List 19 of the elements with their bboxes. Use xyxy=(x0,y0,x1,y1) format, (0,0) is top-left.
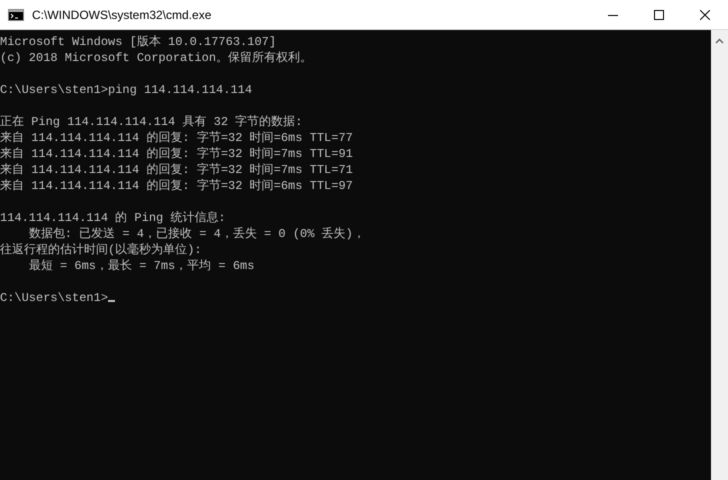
command-prompt: C:\Users\sten1> xyxy=(0,290,108,306)
console-line: 正在 Ping 114.114.114.114 具有 32 字节的数据: xyxy=(0,114,302,130)
console-line: 来自 114.114.114.114 的回复: 字节=32 时间=7ms TTL=91 xyxy=(0,146,353,162)
console-line: 来自 114.114.114.114 的回复: 字节=32 时间=6ms TTL=97 xyxy=(0,178,353,194)
console-line: 往返行程的估计时间(以毫秒为单位): xyxy=(0,242,202,258)
maximize-icon xyxy=(654,10,664,20)
console-app-icon xyxy=(8,8,24,20)
console-line: 来自 114.114.114.114 的回复: 字节=32 时间=6ms TTL=77 xyxy=(0,130,353,146)
console-line: 最短 = 6ms，最长 = 7ms，平均 = 6ms xyxy=(28,258,254,274)
console-line: 数据包: 已发送 = 4，已接收 = 4，丢失 = 0 (0% 丢失)， xyxy=(28,226,365,242)
console-line: (c) 2018 Microsoft Corporation。保留所有权利。 xyxy=(0,50,312,66)
scrollbar[interactable] xyxy=(711,30,728,480)
scroll-up-icon[interactable] xyxy=(715,38,724,44)
close-icon xyxy=(700,10,710,20)
console-line: C:\Users\sten1>ping 114.114.114.114 xyxy=(0,82,252,98)
window-title: C:\WINDOWS\system32\cmd.exe xyxy=(32,6,212,24)
console-line: 114.114.114.114 的 Ping 统计信息: xyxy=(0,210,226,226)
console-line: 来自 114.114.114.114 的回复: 字节=32 时间=7ms TTL=71 xyxy=(0,162,353,178)
console-line: Microsoft Windows [版本 10.0.17763.107] xyxy=(0,34,276,50)
